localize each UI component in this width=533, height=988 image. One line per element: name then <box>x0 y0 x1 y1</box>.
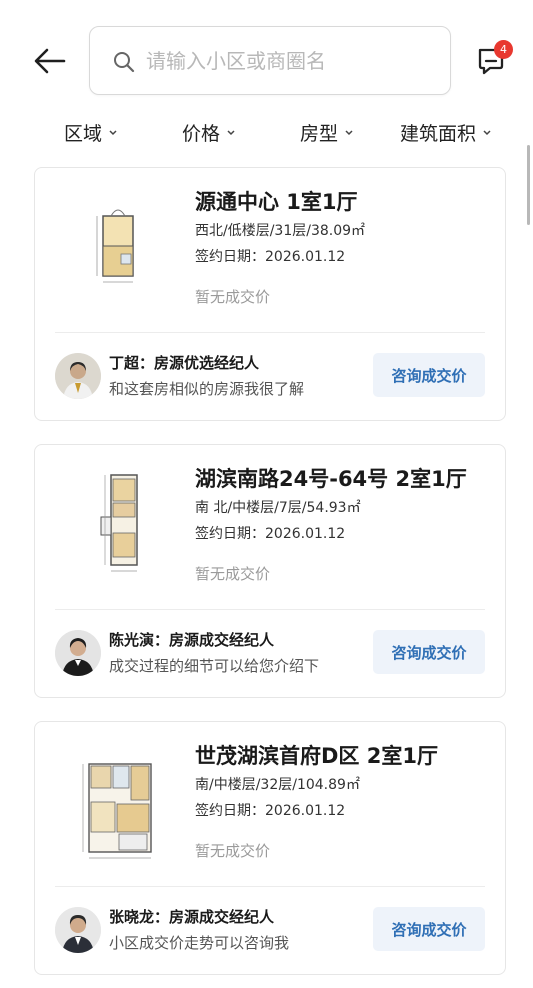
floor-plan-image <box>100 474 138 572</box>
listing-title[interactable]: 世茂湖滨首府D区 2室1厅 <box>195 740 438 770</box>
filter-area[interactable]: 建筑面积 <box>400 119 492 146</box>
agent-description: 和这套房相似的房源我很了解 <box>109 380 305 398</box>
listing-card[interactable]: 源通中心 1室1厅 西北/低楼层/31层/38.09㎡ 签约日期：2026.01… <box>34 167 506 421</box>
chevron-down-icon <box>109 129 117 135</box>
person-icon <box>55 353 101 399</box>
back-button[interactable] <box>30 44 70 78</box>
consult-price-button[interactable]: 咨询成交价 <box>373 630 485 674</box>
agent-avatar[interactable] <box>55 630 101 676</box>
agent-name: 陈光演：房源成交经纪人 <box>109 631 275 649</box>
filter-district[interactable]: 区域 <box>64 119 118 146</box>
top-bar: 4 <box>0 0 533 110</box>
sign-date: 签约日期：2026.01.12 <box>195 249 346 265</box>
scrollbar[interactable] <box>527 145 530 225</box>
listing-title[interactable]: 湖滨南路24号-64号 2室1厅 <box>195 463 467 493</box>
filter-label: 价格 <box>182 123 221 145</box>
search-icon <box>114 52 135 73</box>
search-input[interactable] <box>146 43 436 79</box>
search-box[interactable] <box>89 26 451 95</box>
filter-price[interactable]: 价格 <box>182 119 236 146</box>
agent-description: 小区成交价走势可以咨询我 <box>109 934 290 952</box>
listing-title[interactable]: 源通中心 1室1厅 <box>195 186 358 216</box>
listing-meta: 南/中楼层/32层/104.89㎡ <box>195 777 360 793</box>
listing-meta: 西北/低楼层/31层/38.09㎡ <box>195 223 366 239</box>
filter-label: 建筑面积 <box>400 123 477 145</box>
consult-price-button[interactable]: 咨询成交价 <box>373 907 485 951</box>
chevron-down-icon <box>345 129 353 135</box>
filter-label: 区域 <box>64 123 103 145</box>
floor-plan-image <box>82 763 152 859</box>
filter-layout[interactable]: 房型 <box>300 119 354 146</box>
listing-card[interactable]: 湖滨南路24号-64号 2室1厅 南 北/中楼层/7层/54.93㎡ 签约日期：… <box>34 444 506 698</box>
consult-price-button[interactable]: 咨询成交价 <box>373 353 485 397</box>
agent-name: 张晓龙：房源成交经纪人 <box>109 908 275 926</box>
price-status: 暂无成交价 <box>195 842 271 860</box>
person-icon <box>55 907 101 953</box>
agent-description: 成交过程的细节可以给您介绍下 <box>109 657 320 675</box>
divider <box>55 886 485 887</box>
person-icon <box>55 630 101 676</box>
sign-date: 签约日期：2026.01.12 <box>195 803 346 819</box>
agent-avatar[interactable] <box>55 353 101 399</box>
filter-label: 房型 <box>300 123 339 145</box>
floor-plan-image <box>96 209 134 283</box>
price-status: 暂无成交价 <box>195 288 271 306</box>
sign-date: 签约日期：2026.01.12 <box>195 526 346 542</box>
price-status: 暂无成交价 <box>195 565 271 583</box>
agent-name: 丁超：房源优选经纪人 <box>109 354 260 372</box>
divider <box>55 332 485 333</box>
filter-bar: 区域 价格 房型 建筑面积 <box>0 113 533 153</box>
listing-meta: 南 北/中楼层/7层/54.93㎡ <box>195 500 361 516</box>
divider <box>55 609 485 610</box>
back-arrow-icon <box>34 48 66 74</box>
chevron-down-icon <box>227 129 235 135</box>
agent-avatar[interactable] <box>55 907 101 953</box>
chevron-down-icon <box>483 129 491 135</box>
listing-card[interactable]: 世茂湖滨首府D区 2室1厅 南/中楼层/32层/104.89㎡ 签约日期：202… <box>34 721 506 975</box>
message-count-badge: 4 <box>494 40 513 59</box>
